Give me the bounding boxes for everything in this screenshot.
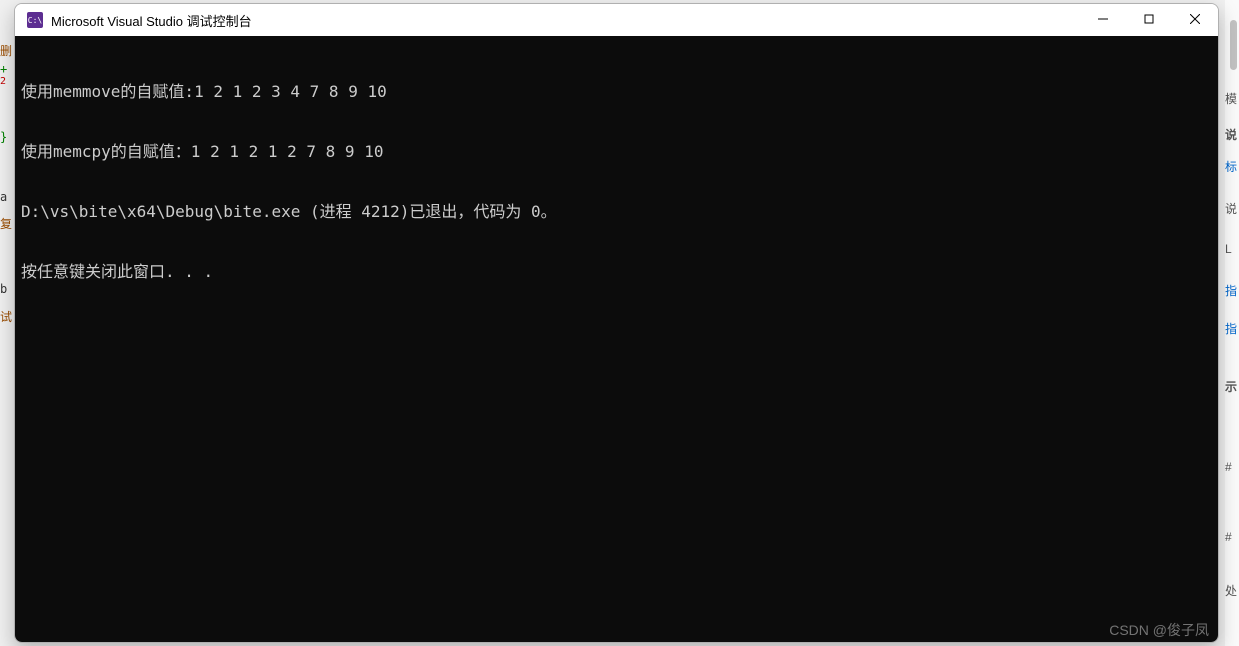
console-line: D:\vs\bite\x64\Debug\bite.exe (进程 4212)已… bbox=[21, 202, 1212, 222]
bg-char: 试 bbox=[0, 308, 12, 325]
background-scrollbar-thumb[interactable] bbox=[1230, 20, 1237, 70]
bg-right-char: 模 bbox=[1225, 90, 1237, 107]
background-code-strip: 删 + 2 } a 复 b 试 bbox=[0, 0, 14, 646]
background-right-strip: 模 说 标 说 L 指 指 示 # # 处 bbox=[1225, 0, 1239, 646]
console-area[interactable]: 使用memmove的自赋值:1 2 1 2 3 4 7 8 9 10 使用mem… bbox=[15, 36, 1218, 642]
minimize-icon bbox=[1098, 11, 1108, 29]
console-line: 使用memcpy的自赋值：1 2 1 2 1 2 7 8 9 10 bbox=[21, 142, 1212, 162]
bg-right-char: 示 bbox=[1225, 378, 1237, 395]
app-icon: C:\ bbox=[27, 12, 43, 28]
bg-right-char: 指 bbox=[1225, 282, 1237, 299]
bg-char: 2 bbox=[0, 76, 6, 87]
console-window: C:\ Microsoft Visual Studio 调试控制台 使用memm bbox=[14, 3, 1219, 643]
bg-char: 删 bbox=[0, 42, 12, 59]
close-icon bbox=[1190, 11, 1200, 29]
maximize-button[interactable] bbox=[1126, 4, 1172, 36]
titlebar[interactable]: C:\ Microsoft Visual Studio 调试控制台 bbox=[15, 4, 1218, 36]
bg-right-char: # bbox=[1225, 460, 1232, 474]
minimize-button[interactable] bbox=[1080, 4, 1126, 36]
bg-right-char: 指 bbox=[1225, 320, 1237, 337]
bg-right-char: 说 bbox=[1225, 200, 1237, 217]
bg-right-char: 标 bbox=[1225, 158, 1237, 175]
bg-char: 复 bbox=[0, 215, 12, 232]
maximize-icon bbox=[1144, 11, 1154, 29]
bg-char: } bbox=[0, 130, 7, 144]
window-controls bbox=[1080, 4, 1218, 36]
console-line: 按任意键关闭此窗口. . . bbox=[21, 262, 1212, 282]
bg-right-char: 处 bbox=[1225, 582, 1237, 599]
console-output: 使用memmove的自赋值:1 2 1 2 3 4 7 8 9 10 使用mem… bbox=[15, 36, 1218, 328]
bg-char: b bbox=[0, 282, 7, 296]
bg-right-char: # bbox=[1225, 530, 1232, 544]
console-line: 使用memmove的自赋值:1 2 1 2 3 4 7 8 9 10 bbox=[21, 82, 1212, 102]
window-title: Microsoft Visual Studio 调试控制台 bbox=[51, 11, 1080, 30]
bg-char: + bbox=[0, 62, 7, 76]
bg-char: a bbox=[0, 190, 7, 204]
bg-right-char: 说 bbox=[1225, 126, 1237, 143]
close-button[interactable] bbox=[1172, 4, 1218, 36]
watermark: CSDN @俊子凤 bbox=[1109, 620, 1209, 640]
bg-right-char: L bbox=[1225, 242, 1232, 256]
